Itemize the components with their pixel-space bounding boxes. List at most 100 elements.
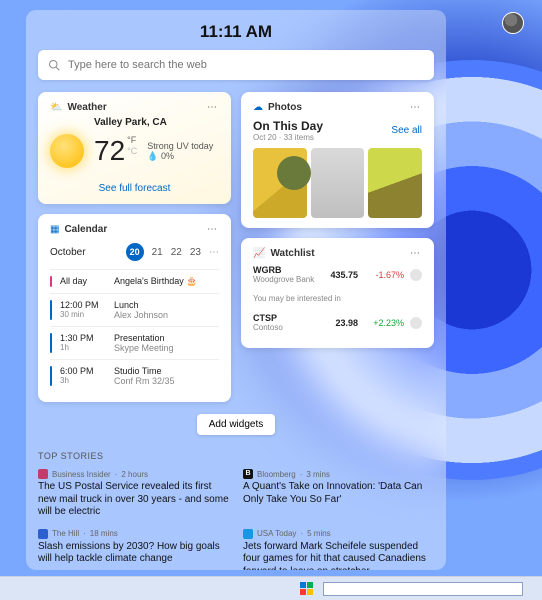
watchlist-widget[interactable]: 📈 Watchlist ⋯ WGRB Woodgrove Bank 435.75…: [241, 238, 434, 348]
event-title: Lunch: [114, 300, 168, 310]
weather-more-button[interactable]: ⋯: [207, 102, 219, 113]
calendar-day[interactable]: 23: [190, 247, 201, 258]
event-color-bar: [50, 333, 52, 353]
precip-icon: 💧: [147, 151, 158, 161]
calendar-event[interactable]: 6:00 PM3h Studio Time Conf Rm 32/35: [50, 359, 219, 392]
uv-text: Strong UV today: [147, 141, 213, 151]
source-icon: B: [243, 469, 253, 479]
weather-location: Valley Park, CA: [94, 117, 219, 128]
event-title: Studio Time: [114, 366, 175, 376]
watchlist-row[interactable]: WGRB Woodgrove Bank 435.75 -1.67%: [253, 259, 422, 290]
story-headline: The US Postal Service revealed its first…: [38, 481, 229, 519]
calendar-month: October: [50, 247, 118, 258]
photo-thumbnail[interactable]: [311, 148, 365, 218]
calendar-widget[interactable]: ▦ Calendar ⋯ October 20 21 22 23 ⋯ All d…: [38, 214, 231, 402]
source-icon: [38, 529, 48, 539]
chevron-icon[interactable]: [410, 317, 422, 329]
photos-widget[interactable]: ☁ Photos ⋯ On This Day Oct 20 · 33 items…: [241, 92, 434, 228]
calendar-day[interactable]: 22: [171, 247, 182, 258]
calendar-event[interactable]: 1:30 PM1h Presentation Skype Meeting: [50, 326, 219, 359]
story-age: 18 mins: [90, 529, 118, 538]
news-story[interactable]: Business Insider · 2 hours The US Postal…: [38, 469, 229, 519]
photo-thumbnail[interactable]: [253, 148, 307, 218]
event-time: 1:30 PM1h: [60, 333, 106, 353]
stock-price: 435.75: [330, 270, 358, 280]
search-input[interactable]: [68, 59, 424, 71]
clock: 11:11 AM: [38, 18, 434, 50]
stock-change: -1.67%: [364, 270, 404, 280]
stock-company: Contoso: [253, 323, 283, 332]
source-icon: [38, 469, 48, 479]
event-time: 12:00 PM30 min: [60, 300, 106, 320]
add-widgets-button[interactable]: Add widgets: [197, 414, 275, 435]
event-color-bar: [50, 276, 52, 287]
precip-text: 0%: [161, 151, 174, 161]
stock-price: 23.98: [335, 318, 358, 328]
widgets-panel: 11:11 AM ⛅ Weather ⋯ Valley Park, CA 72: [26, 10, 446, 570]
sun-icon: [50, 134, 84, 168]
photos-title: Photos: [268, 102, 302, 113]
event-title: Angela's Birthday 🎂: [114, 276, 197, 287]
event-subtitle: Alex Johnson: [114, 310, 168, 320]
story-headline: A Quant's Take on Innovation: 'Data Can …: [243, 481, 434, 506]
photos-icon: ☁: [253, 102, 263, 113]
photos-meta: Oct 20 · 33 items: [253, 133, 323, 142]
calendar-more-days[interactable]: ⋯: [209, 247, 219, 258]
news-story[interactable]: B Bloomberg · 3 mins A Quant's Take on I…: [243, 469, 434, 519]
event-color-bar: [50, 366, 52, 386]
weather-temp: 72 °F °C: [94, 135, 137, 167]
photos-more-button[interactable]: ⋯: [410, 102, 422, 113]
stock-symbol: WGRB: [253, 265, 314, 275]
event-color-bar: [50, 300, 52, 320]
stock-symbol: CTSP: [253, 313, 283, 323]
event-subtitle: Conf Rm 32/35: [114, 376, 175, 386]
event-title: Presentation: [114, 333, 174, 343]
calendar-today[interactable]: 20: [126, 243, 144, 261]
search-box[interactable]: [38, 50, 434, 80]
user-avatar[interactable]: [502, 12, 524, 34]
stock-company: Woodgrove Bank: [253, 275, 314, 284]
news-story[interactable]: The Hill · 18 mins Slash emissions by 20…: [38, 529, 229, 571]
taskbar[interactable]: [0, 576, 542, 600]
story-age: 2 hours: [121, 470, 148, 479]
source-name: Business Insider: [52, 470, 111, 479]
weather-icon: ⛅: [50, 102, 62, 113]
source-name: USA Today: [257, 529, 296, 538]
calendar-event[interactable]: All day Angela's Birthday 🎂: [50, 269, 219, 293]
calendar-day[interactable]: 21: [152, 247, 163, 258]
story-age: 5 mins: [307, 529, 331, 538]
stock-change: +2.23%: [364, 318, 404, 328]
watchlist-title: Watchlist: [270, 248, 314, 259]
unit-c[interactable]: °C: [127, 146, 137, 156]
photo-thumbnail[interactable]: [368, 148, 422, 218]
watchlist-row[interactable]: CTSP Contoso 23.98 +2.23%: [253, 307, 422, 338]
weather-widget[interactable]: ⛅ Weather ⋯ Valley Park, CA 72 °F °C: [38, 92, 231, 204]
event-subtitle: Skype Meeting: [114, 343, 174, 353]
start-button[interactable]: [300, 582, 313, 595]
event-time: 6:00 PM3h: [60, 366, 106, 386]
watchlist-icon: 📈: [253, 248, 265, 259]
unit-f[interactable]: °F: [127, 135, 136, 145]
calendar-more-button[interactable]: ⋯: [207, 224, 219, 235]
calendar-icon: ▦: [50, 224, 59, 235]
top-stories-label: TOP STORIES: [38, 451, 434, 461]
calendar-event[interactable]: 12:00 PM30 min Lunch Alex Johnson: [50, 293, 219, 326]
top-stories-section: TOP STORIES Business Insider · 2 hours T…: [38, 451, 434, 570]
story-headline: Slash emissions by 2030? How big goals w…: [38, 541, 229, 566]
source-icon: [243, 529, 253, 539]
event-time: All day: [60, 276, 106, 287]
search-icon: [48, 59, 60, 71]
chevron-icon[interactable]: [410, 269, 422, 281]
story-headline: Jets forward Mark Scheifele suspended fo…: [243, 541, 434, 571]
see-full-forecast-link[interactable]: See full forecast: [99, 183, 171, 194]
story-age: 3 mins: [306, 470, 330, 479]
news-story[interactable]: USA Today · 5 mins Jets forward Mark Sch…: [243, 529, 434, 571]
calendar-title: Calendar: [64, 224, 107, 235]
weather-title: Weather: [67, 102, 106, 113]
source-name: The Hill: [52, 529, 79, 538]
source-name: Bloomberg: [257, 470, 296, 479]
photos-see-all-link[interactable]: See all: [391, 125, 422, 136]
watchlist-more-button[interactable]: ⋯: [410, 248, 422, 259]
taskbar-segment[interactable]: [323, 582, 523, 596]
watchlist-suggest-label: You may be interested in: [253, 290, 422, 307]
